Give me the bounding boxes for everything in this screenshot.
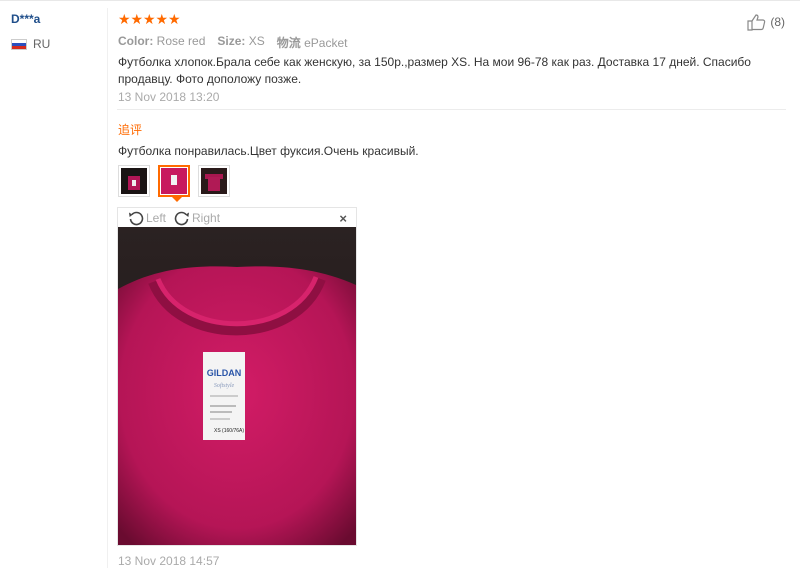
top-divider xyxy=(0,0,800,1)
helpful-count: (8) xyxy=(770,15,785,29)
divider xyxy=(117,109,786,110)
photo-thumbnail[interactable] xyxy=(118,165,150,197)
additional-review-date: 13 Nov 2018 14:57 xyxy=(118,554,220,568)
additional-review-title: 追评 xyxy=(118,123,143,137)
label-brand: GILDAN xyxy=(207,368,242,378)
viewer-toolbar: Left Right × xyxy=(118,208,356,227)
rotate-left-icon xyxy=(129,211,144,225)
rotate-right-button[interactable]: Right xyxy=(174,210,220,226)
rating-stars: ★ ★ ★ ★ ★ xyxy=(118,12,181,26)
close-icon[interactable]: × xyxy=(339,211,347,226)
additional-review-text: Футболка понравилась.Цвет фуксия.Очень к… xyxy=(118,144,419,158)
photo-thumbnail-active[interactable] xyxy=(158,165,190,202)
star-icon: ★ xyxy=(130,11,144,27)
review-meta: Color: Rose red Size: XS 物流 ePacket xyxy=(118,34,347,51)
star-icon: ★ xyxy=(155,11,169,27)
photo-viewer: Left Right × GILDAN Softstyle XS (160/76… xyxy=(117,207,357,546)
country-code: RU xyxy=(33,37,51,51)
russia-flag-icon xyxy=(11,38,27,50)
column-divider xyxy=(107,8,108,568)
thumbs-up-icon xyxy=(747,14,766,31)
meta-size: Size: XS xyxy=(217,34,265,48)
star-icon: ★ xyxy=(168,11,181,27)
rotate-right-icon xyxy=(174,211,190,225)
reviewer-country: RU xyxy=(11,37,50,51)
photo-thumbnail[interactable] xyxy=(198,165,230,197)
meta-color: Color: Rose red xyxy=(118,34,206,48)
helpful-button[interactable]: (8) xyxy=(747,13,785,31)
review-text: Футболка хлопок.Брала себе как женскую, … xyxy=(118,55,751,86)
review-date: 13 Nov 2018 13:20 xyxy=(118,90,220,104)
review-photo: GILDAN Softstyle XS (160/76A) xyxy=(118,227,356,545)
rotate-left-button[interactable]: Left xyxy=(128,210,166,226)
label-size: XS (160/76A) xyxy=(214,428,244,434)
star-icon: ★ xyxy=(118,11,131,27)
tshirt-photo: GILDAN Softstyle XS (160/76A) xyxy=(118,227,356,545)
star-icon: ★ xyxy=(143,11,156,27)
reviewer-name[interactable]: D***a xyxy=(11,12,40,26)
label-line: Softstyle xyxy=(214,382,235,389)
photo-thumbnails xyxy=(118,165,230,202)
meta-shipping: 物流 ePacket xyxy=(276,36,348,50)
